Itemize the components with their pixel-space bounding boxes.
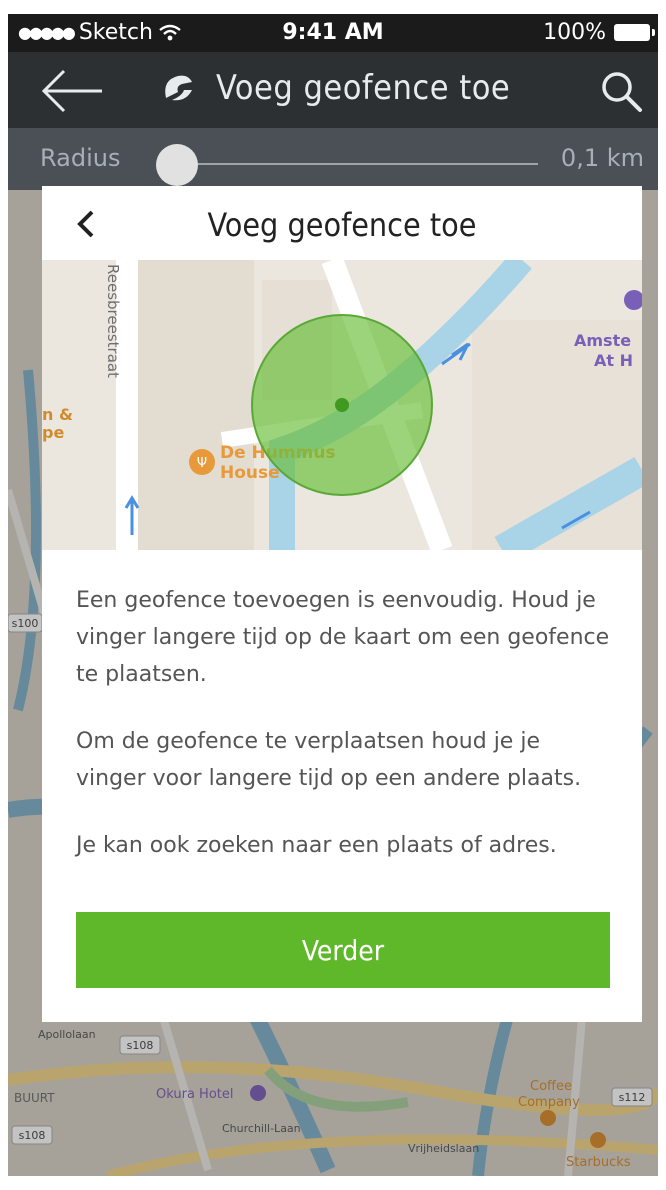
radius-value: 0,1 km: [560, 144, 644, 172]
radius-slider-track[interactable]: [158, 163, 538, 165]
phone-screen: s108 s108 s112 s100 BUURT Okura Hotel Ch…: [8, 14, 658, 1176]
dialog-body: Een geofence toevoegen is eenvoudig. Hou…: [76, 582, 616, 894]
geofence-circle[interactable]: [251, 314, 433, 496]
map-label: n &: [42, 405, 73, 424]
instruction-paragraph: Om de geofence te verplaatsen houd je je…: [76, 729, 582, 791]
battery-percent: 100%: [543, 20, 606, 45]
svg-text:Ψ: Ψ: [197, 456, 207, 471]
street-label: Reesbreestraat: [104, 264, 122, 378]
svg-text:Amste: Amste: [574, 331, 631, 350]
dialog-map[interactable]: Ψ De Hummus House Amste At H n & pe Rees…: [42, 260, 642, 550]
dialog-title: Voeg geofence toe: [207, 206, 477, 244]
instruction-paragraph: Je kan ook zoeken naar een plaats of adr…: [76, 833, 557, 858]
dialog-header: Voeg geofence toe: [42, 186, 642, 260]
radius-slider-knob[interactable]: [156, 144, 198, 186]
search-icon[interactable]: [598, 68, 644, 114]
radius-bar: Radius 0,1 km: [8, 128, 658, 190]
arrow-left-icon[interactable]: [38, 66, 108, 116]
geofence-dialog: Voeg geofence toe Ψ De House Amste At H …: [42, 186, 642, 1022]
svg-text:At H: At H: [594, 351, 633, 370]
radius-label: Radius: [40, 144, 121, 172]
instruction-paragraph: Een geofence toevoegen is eenvoudig. Hou…: [76, 588, 610, 687]
status-bar: ●●●●● Sketch 9:41 AM 100%: [8, 14, 658, 52]
geofence-logo-icon: [165, 75, 192, 101]
map-label: pe: [42, 423, 64, 442]
continue-button[interactable]: Verder: [76, 912, 610, 988]
svg-text:House: House: [220, 463, 280, 483]
nav-bar: Voeg geofence toe: [8, 52, 658, 128]
battery-icon: [614, 24, 655, 41]
nav-title: Voeg geofence toe: [216, 68, 511, 108]
